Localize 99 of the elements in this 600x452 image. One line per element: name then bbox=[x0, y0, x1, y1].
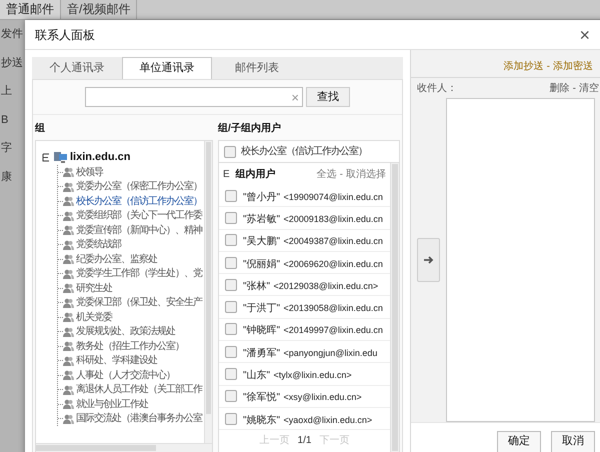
checkbox[interactable] bbox=[224, 146, 236, 158]
background-text: 发件 bbox=[1, 27, 23, 42]
people-icon bbox=[63, 254, 74, 264]
people-icon bbox=[63, 182, 74, 192]
recipients-label: 收件人： bbox=[417, 82, 457, 96]
mail-type-tab[interactable]: 音/视频邮件 bbox=[61, 0, 138, 19]
add-recipient-button[interactable] bbox=[417, 238, 440, 282]
checkbox[interactable] bbox=[225, 346, 237, 358]
checkbox[interactable] bbox=[225, 390, 237, 402]
people-icon bbox=[63, 298, 74, 308]
checkbox[interactable] bbox=[225, 234, 237, 246]
contacts-tab[interactable]: 邮件列表 bbox=[212, 57, 302, 79]
user-entry[interactable]: "钟晓晖" <20149997@lixin.edu.cn bbox=[243, 320, 383, 338]
close-button[interactable]: × bbox=[579, 26, 590, 44]
search-button[interactable]: 查找 bbox=[306, 87, 350, 107]
background-text: 康 bbox=[1, 170, 13, 184]
dialog-button[interactable]: 取消 bbox=[551, 430, 595, 452]
dialog-title: 联系人面板 bbox=[35, 26, 95, 44]
group-item[interactable]: 党委宣传部（新闻中心）、精神 bbox=[76, 222, 202, 238]
user-entry[interactable]: "姚晓东" <yaoxd@lixin.edu.cn> bbox=[243, 410, 372, 428]
checkbox[interactable] bbox=[225, 323, 237, 336]
mail-type-tab[interactable]: 普通邮件 bbox=[0, 0, 61, 19]
group-item[interactable]: 就业与创业工作处 bbox=[76, 396, 148, 412]
checkbox[interactable] bbox=[225, 278, 237, 291]
user-entry[interactable]: "张林" <20129038@lixin.edu.cn> bbox=[243, 276, 378, 294]
people-icon bbox=[63, 167, 74, 178]
background-text: 抄送 bbox=[1, 56, 23, 70]
people-icon bbox=[63, 370, 74, 380]
user-entry[interactable]: "吴大鹏" <20049387@lixin.edu.cn bbox=[243, 231, 383, 250]
network-icon bbox=[54, 151, 67, 163]
background-text: 上 bbox=[1, 84, 13, 99]
people-icon bbox=[63, 399, 74, 410]
background-text: B bbox=[1, 112, 10, 128]
group-item[interactable]: 党委办公室（保密工作办公室） bbox=[76, 179, 202, 194]
separator: - bbox=[572, 82, 576, 96]
group-item[interactable]: 机关党委 bbox=[76, 310, 112, 325]
separator: - bbox=[340, 168, 343, 182]
people-icon bbox=[63, 240, 74, 250]
contacts-tab[interactable]: 单位通讯录 bbox=[122, 57, 212, 79]
deselect-link[interactable]: 取消选择 bbox=[346, 166, 386, 182]
pager-link[interactable]: 1/1 bbox=[298, 432, 312, 448]
group-item[interactable]: 党委保卫部（保卫处、安全生产 bbox=[76, 295, 202, 310]
people-icon bbox=[63, 384, 74, 395]
delete-link[interactable]: 删除 bbox=[550, 80, 570, 96]
members-heading: 组/子组内用户 bbox=[218, 122, 282, 136]
group-item[interactable]: 发展规划处、政策法规处 bbox=[76, 324, 175, 340]
group-item[interactable]: 人事处（人才交流中心） bbox=[76, 368, 175, 383]
people-icon bbox=[63, 414, 74, 424]
collapse-icon[interactable] bbox=[42, 152, 51, 162]
dialog-button[interactable]: 确定 bbox=[497, 430, 541, 452]
people-icon bbox=[63, 341, 74, 352]
people-icon bbox=[63, 210, 74, 221]
people-icon bbox=[63, 356, 74, 366]
group-item[interactable]: 离退休人员工作处（关工部工作 bbox=[76, 382, 202, 398]
checkbox[interactable] bbox=[225, 301, 237, 314]
group-item[interactable]: 党委统战部 bbox=[76, 237, 121, 252]
people-icon bbox=[63, 225, 74, 236]
user-entry[interactable]: "苏岩敏" <20009183@lixin.edu.cn bbox=[243, 208, 383, 227]
user-entry[interactable]: "曾小丹" <19909074@lixin.edu.cn bbox=[243, 186, 383, 205]
user-entry[interactable]: "倪丽娟" <20069620@lixin.edu.cn bbox=[243, 254, 383, 272]
group-item[interactable]: 教务处（招生工作办公室） bbox=[76, 338, 184, 354]
checkbox[interactable] bbox=[225, 412, 237, 425]
scrollbar[interactable] bbox=[36, 443, 212, 452]
group-name: 校长办公室（信访工作办公室） bbox=[241, 144, 367, 159]
background-text: 字 bbox=[1, 140, 13, 156]
contacts-tab[interactable]: 个人通讯录 bbox=[32, 57, 122, 79]
collapse-toggle[interactable]: E bbox=[223, 166, 230, 182]
people-icon bbox=[63, 326, 74, 337]
scrollbar[interactable] bbox=[390, 163, 399, 452]
select-all-link[interactable]: 全选 bbox=[316, 166, 337, 182]
group-item[interactable]: 纪委办公室、监察处 bbox=[76, 252, 157, 267]
domain-label[interactable]: lixin.edu.cn bbox=[70, 148, 131, 166]
group-item[interactable]: 党委学生工作部（学生处）、党 bbox=[76, 266, 202, 282]
checkbox[interactable] bbox=[225, 212, 237, 224]
people-icon bbox=[63, 312, 74, 322]
group-item[interactable]: 研究生处 bbox=[76, 280, 112, 296]
group-item[interactable]: 党委组织部（关心下一代工作委 bbox=[76, 208, 202, 224]
group-item[interactable]: 国际交流处（港澳台事务办公室 bbox=[76, 411, 202, 426]
group-item[interactable]: 校领导 bbox=[76, 164, 103, 180]
checkbox[interactable] bbox=[225, 368, 237, 380]
group-item[interactable]: 校长办公室（信访工作办公室） bbox=[76, 194, 202, 209]
clear-link[interactable]: 清空 bbox=[579, 80, 599, 96]
user-entry[interactable]: "山东" <tylx@lixin.edu.cn> bbox=[243, 365, 352, 384]
add-cc-link[interactable]: 添加抄送 bbox=[504, 59, 544, 74]
groups-heading: 组 bbox=[35, 122, 46, 136]
checkbox[interactable] bbox=[225, 256, 237, 269]
separator: - bbox=[546, 60, 550, 74]
people-icon bbox=[63, 283, 74, 294]
group-item[interactable]: 科研处、学科建设处 bbox=[76, 353, 157, 368]
checkbox[interactable] bbox=[225, 190, 237, 202]
user-entry[interactable]: "潘勇军" <panyongjun@lixin.edu bbox=[243, 342, 378, 361]
people-icon bbox=[63, 268, 74, 279]
people-icon bbox=[63, 196, 74, 206]
arrow-right-icon bbox=[424, 256, 434, 264]
add-bcc-link[interactable]: 添加密送 bbox=[553, 59, 593, 74]
user-entry[interactable]: "于洪丁" <20139058@lixin.edu.cn bbox=[243, 298, 383, 316]
list-title: 组内用户 bbox=[236, 167, 276, 182]
scrollbar[interactable] bbox=[204, 141, 212, 443]
user-entry[interactable]: "徐军悦" <xsy@lixin.edu.cn> bbox=[243, 387, 362, 406]
